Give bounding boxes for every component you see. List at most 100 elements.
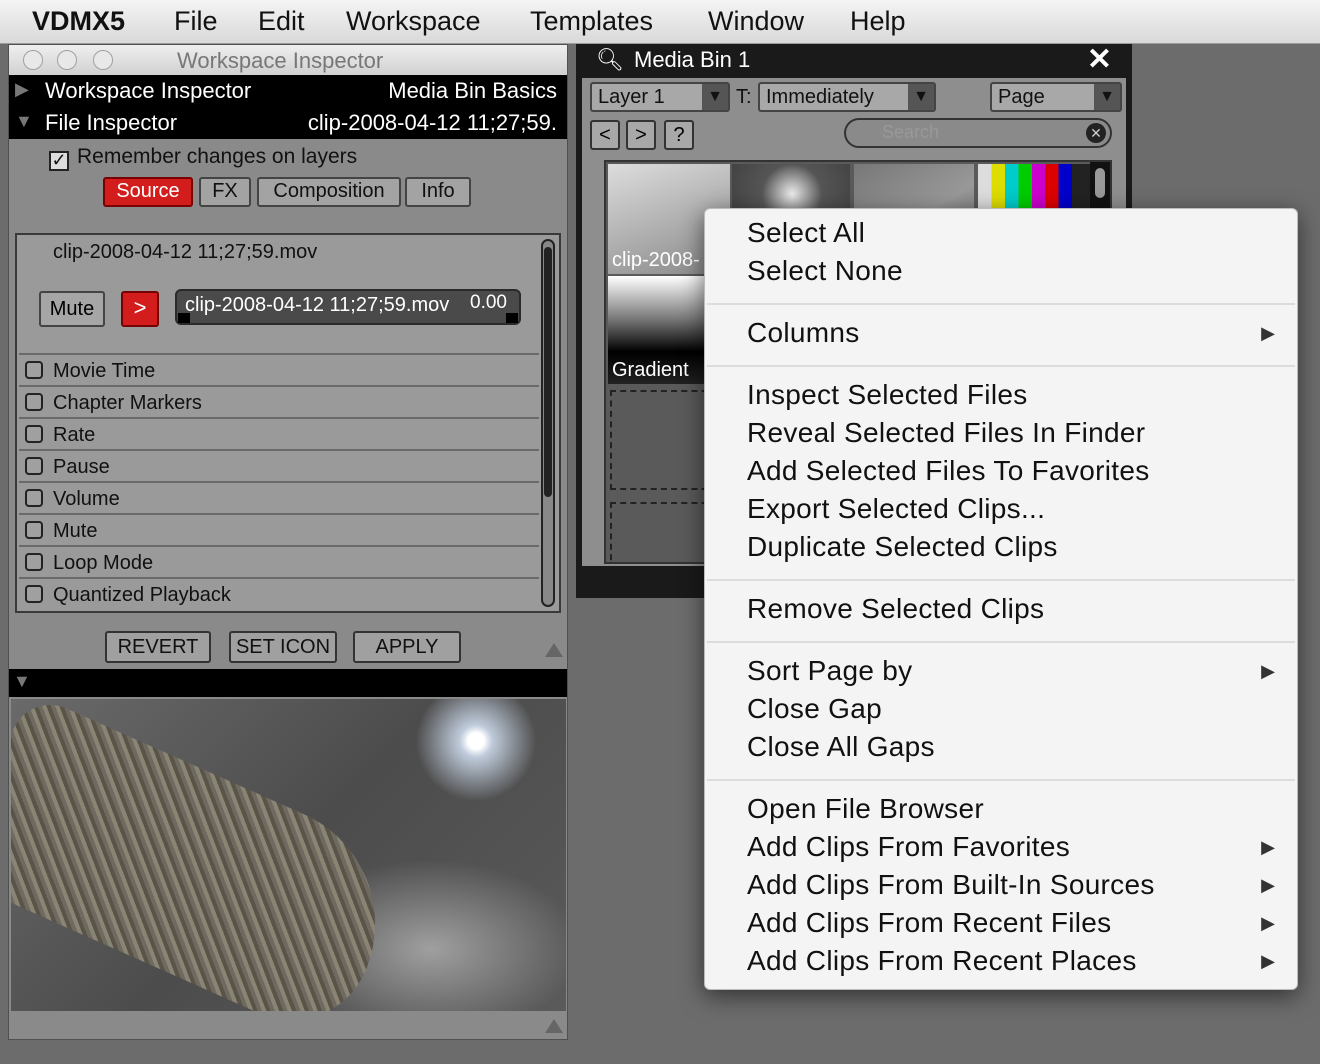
menu-separator [707, 365, 1295, 367]
checkbox[interactable] [25, 425, 43, 443]
menu-separator [707, 641, 1295, 643]
menu-item-add-from-recent-files[interactable]: Add Clips From Recent Files [747, 907, 1111, 939]
context-menu: Select All Select None Columns ▶ Inspect… [704, 208, 1298, 990]
menu-item-inspect[interactable]: Inspect Selected Files [747, 379, 1028, 411]
clip-label: clip-2008- [612, 249, 700, 271]
property-label: Mute [53, 520, 98, 542]
out-point-handle[interactable] [506, 313, 518, 323]
menu-file[interactable]: File [174, 6, 218, 37]
disclosure-right-icon[interactable]: ▶ [15, 79, 29, 100]
tab-info[interactable]: Info [405, 177, 471, 207]
disclosure-down-icon[interactable]: ▼ [13, 671, 31, 692]
scrollbar-thumb[interactable] [544, 247, 552, 497]
playhead-scrubber[interactable]: clip-2008-04-12 11;27;59.mov 0.00 [175, 289, 521, 325]
scrollbar-thumb[interactable] [1095, 168, 1105, 198]
menu-item-select-none[interactable]: Select None [747, 255, 903, 287]
workspace-inspector-header[interactable]: ▶ Workspace Inspector Media Bin Basics [9, 75, 567, 107]
scrubber-filename: clip-2008-04-12 11;27;59.mov [185, 294, 450, 316]
menu-workspace[interactable]: Workspace [346, 6, 481, 37]
close-window-button[interactable] [23, 50, 43, 70]
disclosure-down-icon[interactable]: ▼ [15, 111, 33, 132]
next-page-button[interactable]: > [626, 120, 656, 150]
property-chapter-markers[interactable]: Chapter Markers [19, 385, 539, 417]
checkbox[interactable] [25, 361, 43, 379]
menu-item-open-file-browser[interactable]: Open File Browser [747, 793, 984, 825]
play-button[interactable]: > [121, 291, 159, 327]
menu-item-sort-page[interactable]: Sort Page by [747, 655, 912, 687]
menu-item-add-from-built-in[interactable]: Add Clips From Built-In Sources [747, 869, 1155, 901]
properties-scrollbar[interactable] [541, 239, 555, 607]
menu-window[interactable]: Window [708, 6, 804, 37]
property-label: Loop Mode [53, 552, 154, 574]
page-select-value: Page [998, 86, 1045, 108]
chevron-down-icon: ▼ [908, 84, 934, 110]
property-label: Volume [53, 488, 120, 510]
checkbox[interactable] [25, 489, 43, 507]
menu-item-close-all-gaps[interactable]: Close All Gaps [747, 731, 935, 763]
menu-item-add-from-recent-places[interactable]: Add Clips From Recent Places [747, 945, 1137, 977]
menu-edit[interactable]: Edit [258, 6, 305, 37]
revert-button[interactable]: REVERT [105, 631, 211, 663]
menu-item-remove-clips[interactable]: Remove Selected Clips [747, 593, 1044, 625]
apply-button[interactable]: APPLY [353, 631, 461, 663]
in-point-handle[interactable] [178, 313, 190, 323]
trigger-select[interactable]: Immediately ▼ [758, 82, 936, 112]
menu-templates[interactable]: Templates [530, 6, 653, 37]
search-placeholder: Search [882, 122, 940, 142]
menu-item-select-all[interactable]: Select All [747, 217, 865, 249]
minimize-window-button[interactable] [57, 50, 77, 70]
checkbox[interactable] [25, 393, 43, 411]
resize-handle-icon[interactable] [545, 643, 563, 657]
menu-item-columns[interactable]: Columns [747, 317, 860, 349]
property-volume[interactable]: Volume [19, 481, 539, 513]
remember-label: Remember changes on layers [77, 145, 358, 168]
chevron-down-icon: ▼ [702, 84, 728, 110]
property-quantized-playback[interactable]: Quantized Playback [19, 577, 539, 609]
preview-header[interactable]: ▼ [9, 669, 567, 697]
inspector-title-bar[interactable]: Workspace Inspector [9, 45, 567, 77]
checkbox[interactable] [25, 585, 43, 603]
remember-changes-checkbox[interactable]: ✓ Remember changes on layers [49, 145, 357, 171]
submenu-arrow-icon: ▶ [1261, 875, 1275, 895]
tab-fx[interactable]: FX [199, 177, 251, 207]
property-pause[interactable]: Pause [19, 449, 539, 481]
checkmark-icon[interactable]: ✓ [49, 151, 69, 171]
search-icon[interactable]: 🔍︎ [596, 47, 624, 73]
menu-item-close-gap[interactable]: Close Gap [747, 693, 882, 725]
tab-source[interactable]: Source [103, 177, 193, 207]
submenu-arrow-icon: ▶ [1261, 661, 1275, 681]
property-mute[interactable]: Mute [19, 513, 539, 545]
mute-button[interactable]: Mute [39, 291, 105, 327]
checkbox[interactable] [25, 553, 43, 571]
tab-composition[interactable]: Composition [257, 177, 401, 207]
media-bin-title-bar[interactable]: 🔍︎ Media Bin 1 ✕ [576, 42, 1132, 78]
previous-page-button[interactable]: < [590, 120, 620, 150]
menu-item-reveal-in-finder[interactable]: Reveal Selected Files In Finder [747, 417, 1145, 449]
zoom-window-button[interactable] [93, 50, 113, 70]
help-button[interactable]: ? [664, 120, 694, 150]
menu-item-add-to-favorites[interactable]: Add Selected Files To Favorites [747, 455, 1150, 487]
checkbox[interactable] [25, 457, 43, 475]
menu-app[interactable]: VDMX5 [32, 6, 125, 37]
close-icon[interactable]: ✕ [1087, 42, 1112, 77]
menu-help[interactable]: Help [850, 6, 906, 37]
window-title: Workspace Inspector [177, 48, 384, 73]
clear-search-icon[interactable]: ✕ [1086, 123, 1106, 143]
set-icon-button[interactable]: SET ICON [229, 631, 337, 663]
property-movie-time[interactable]: Movie Time [19, 353, 539, 385]
file-inspector-header[interactable]: ▼ File Inspector clip-2008-04-12 11;27;5… [9, 107, 567, 139]
chevron-down-icon: ▼ [1094, 84, 1120, 110]
menu-item-duplicate-clips[interactable]: Duplicate Selected Clips [747, 531, 1058, 563]
search-input[interactable]: Search ✕ [844, 118, 1112, 148]
clip-name: clip-2008-04-12 11;27;59.mov [53, 241, 318, 263]
page-select[interactable]: Page ▼ [990, 82, 1122, 112]
menu-item-export-clips[interactable]: Export Selected Clips... [747, 493, 1045, 525]
resize-handle-icon[interactable] [545, 1019, 563, 1033]
layer-select[interactable]: Layer 1 ▼ [590, 82, 730, 112]
property-loop-mode[interactable]: Loop Mode [19, 545, 539, 577]
property-label: Movie Time [53, 360, 156, 382]
submenu-arrow-icon: ▶ [1261, 913, 1275, 933]
checkbox[interactable] [25, 521, 43, 539]
property-rate[interactable]: Rate [19, 417, 539, 449]
menu-item-add-from-favorites[interactable]: Add Clips From Favorites [747, 831, 1070, 863]
